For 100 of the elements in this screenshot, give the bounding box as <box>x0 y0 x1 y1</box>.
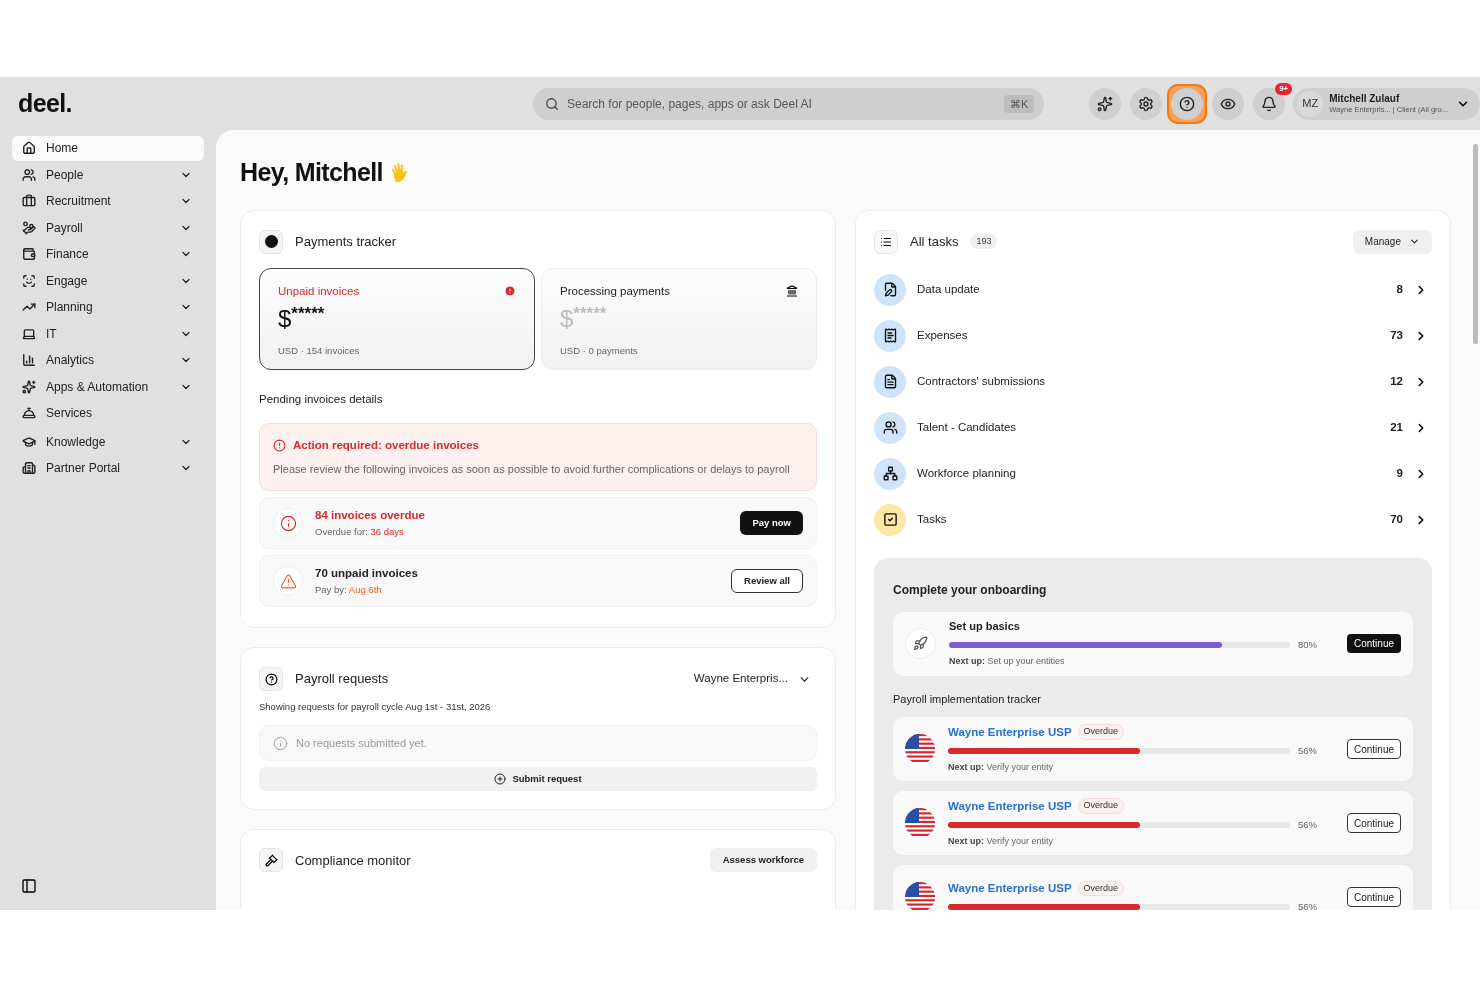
user-name: Mitchell Zulauf <box>1329 92 1401 104</box>
task-row[interactable]: Workforce planning 9 <box>874 457 1432 490</box>
nav-item[interactable]: Finance <box>12 242 204 267</box>
summary-meta: USD · 0 payments <box>560 343 639 358</box>
settings-icon <box>1138 95 1155 112</box>
task-row[interactable]: Tasks 70 <box>874 503 1432 536</box>
invoice-title: 84 invoices overdue <box>315 508 426 524</box>
bar-chart-icon <box>22 353 36 368</box>
entity-link[interactable]: Wayne Enterprise USP <box>948 723 1072 741</box>
notification-badge: 9+ <box>1275 82 1293 95</box>
plus-circle-icon <box>494 773 507 786</box>
task-count: 21 <box>1390 419 1403 435</box>
alert-icon <box>504 285 516 298</box>
percent-label: 56% <box>1297 900 1318 910</box>
buildings-icon <box>22 461 36 476</box>
info-icon <box>273 735 288 751</box>
assess-workforce-button[interactable]: Assess workforce <box>709 848 817 873</box>
status-tag: Overdue <box>1077 724 1125 740</box>
nav-item[interactable]: Engage <box>12 268 204 293</box>
task-row[interactable]: Talent - Candidates 21 <box>874 411 1432 444</box>
next-up: Next up: Verify your entity <box>948 835 1055 848</box>
continue-button[interactable]: Continue <box>1346 887 1401 907</box>
hand-coin-icon <box>22 220 36 235</box>
task-count: 9 <box>1396 465 1403 481</box>
task-row[interactable]: Data update 8 <box>874 273 1432 306</box>
section-title: Payroll implementation tracker <box>893 691 1042 707</box>
masked-amount: $***** <box>278 305 326 332</box>
list-icon <box>874 229 898 254</box>
continue-button[interactable]: Continue <box>1346 739 1401 759</box>
card-title: All tasks <box>910 232 959 251</box>
people-icon <box>22 167 36 182</box>
alert-message: Please review the following invoices as soon as possible to avoid further complications or delays to payroll <box>273 462 791 477</box>
count-badge: 193 <box>970 233 998 250</box>
toolbar-button[interactable] <box>1171 87 1204 120</box>
user-avatar: MZ <box>1297 90 1324 117</box>
toolbar-button[interactable] <box>1089 87 1122 120</box>
invoice-detail: Overdue for: 36 days <box>315 524 405 539</box>
summary-label: Processing payments <box>560 283 670 299</box>
status-tag: Overdue <box>1077 798 1125 814</box>
summary-card[interactable]: Unpaid invoices $***** USD · 154 invoices <box>259 267 535 370</box>
section-title: Pending invoices details <box>259 391 384 407</box>
nav-item[interactable]: Recruitment <box>12 189 204 214</box>
task-row[interactable]: Contractors' submissions 12 <box>874 365 1432 398</box>
flag-icon <box>905 808 935 838</box>
pay-now-button[interactable]: Pay now <box>740 511 803 535</box>
invoice-title: 70 unpaid invoices <box>315 566 419 582</box>
wallet-icon <box>22 247 36 262</box>
help-icon <box>1179 95 1196 112</box>
chevron-down-icon <box>1409 236 1420 247</box>
face-scan-icon <box>22 273 36 288</box>
nav-item[interactable]: Analytics <box>12 348 204 373</box>
percent-label: 56% <box>1297 743 1318 758</box>
empty-state: No requests submitted yet. <box>259 725 817 762</box>
task-count: 70 <box>1390 511 1403 527</box>
summary-meta: USD · 154 invoices <box>278 343 361 358</box>
entity-dropdown[interactable]: Wayne Enterpris... <box>693 670 817 688</box>
nav-item[interactable]: Planning <box>12 295 204 320</box>
sparkle-icon <box>22 379 36 394</box>
nav-item[interactable]: Partner Portal <box>12 456 204 481</box>
alert-title: Action required: overdue invoices <box>293 437 479 453</box>
toolbar-button[interactable] <box>1212 87 1245 120</box>
nav-item[interactable]: Apps & Automation <box>12 374 204 399</box>
toolbar-button[interactable] <box>1130 87 1163 120</box>
continue-button[interactable]: Continue <box>1346 813 1401 833</box>
nav-item[interactable]: IT <box>12 321 204 346</box>
warning-icon <box>273 566 303 596</box>
sparkle-icon <box>1097 95 1114 112</box>
submit-request-button[interactable]: Submit request <box>259 767 817 792</box>
laptop-icon <box>22 326 36 341</box>
search-icon <box>545 96 559 111</box>
panel-title: Complete your onboarding <box>893 581 1048 599</box>
nav-item[interactable]: Home <box>12 136 204 161</box>
entity-link[interactable]: Wayne Enterprise USP <box>948 879 1072 897</box>
review-all-button[interactable]: Review all <box>731 569 803 593</box>
greeting: Hey, Mitchell <box>240 157 383 188</box>
task-count: 12 <box>1390 373 1403 389</box>
logo[interactable]: deel. <box>18 84 72 123</box>
entity-link[interactable]: Wayne Enterprise USP <box>948 797 1072 815</box>
sidebar-toggle-icon[interactable] <box>21 878 37 894</box>
invoice-detail: Pay by: Aug 6th <box>315 582 383 597</box>
task-row[interactable]: Expenses 73 <box>874 319 1432 352</box>
service-bell-icon <box>22 406 36 421</box>
nav-item[interactable]: Payroll <box>12 215 204 240</box>
summary-card[interactable]: Processing payments $***** USD · 0 payments <box>541 267 817 370</box>
card-title: Payments tracker <box>295 232 397 251</box>
gavel-icon <box>259 848 283 873</box>
nav-item[interactable]: People <box>12 162 204 187</box>
masked-amount: $***** <box>560 305 608 332</box>
nav-item[interactable]: Knowledge <box>12 429 204 454</box>
next-up: Next up: Verify your entity <box>948 761 1055 774</box>
task-count: 8 <box>1396 281 1403 297</box>
nav-item[interactable]: Services <box>12 401 204 426</box>
manage-dropdown[interactable]: Manage <box>1352 229 1432 254</box>
next-up: Next up: Set up your entities <box>949 655 1066 669</box>
continue-button[interactable]: Continue <box>1346 634 1401 653</box>
toolbar-button[interactable] <box>1253 87 1286 120</box>
briefcase-icon <box>22 194 36 209</box>
flag-icon <box>905 734 935 764</box>
card-title: Payroll requests <box>295 670 389 689</box>
percent-label: 80% <box>1297 637 1318 652</box>
